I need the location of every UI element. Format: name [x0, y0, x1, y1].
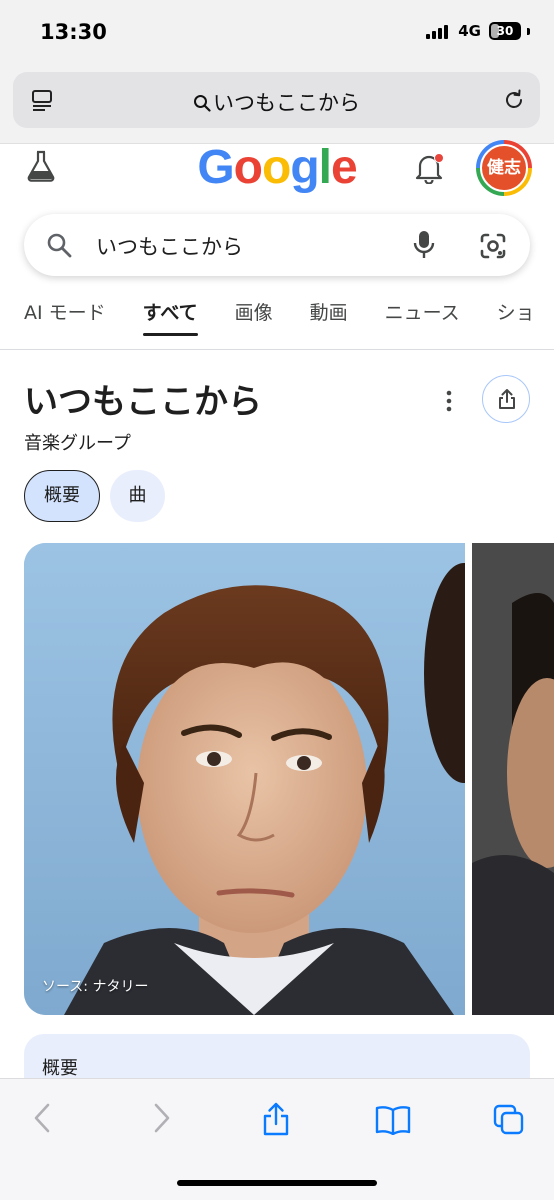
- chip-songs[interactable]: 曲: [110, 470, 165, 522]
- knowledge-panel-title: いつもここから: [24, 382, 262, 422]
- google-logo[interactable]: Google: [0, 140, 554, 195]
- mic-icon[interactable]: [412, 229, 436, 261]
- reload-icon[interactable]: [502, 88, 526, 112]
- artist-photo-secondary[interactable]: [472, 543, 554, 1015]
- google-logo-letter: l: [318, 141, 332, 194]
- active-tab-indicator: [142, 333, 198, 336]
- notification-dot: [434, 153, 444, 163]
- share-icon: [499, 389, 515, 409]
- tab-videos[interactable]: 動画: [310, 298, 348, 338]
- tab-shopping[interactable]: ショ: [497, 298, 535, 338]
- signal-icon: [426, 23, 449, 39]
- battery-cap: [527, 27, 530, 35]
- tab-news[interactable]: ニュース: [385, 298, 460, 338]
- status-bar: 13:30 4G 30: [0, 0, 554, 66]
- battery-level: 30: [496, 24, 514, 38]
- tab-all[interactable]: すべて: [142, 298, 198, 338]
- bookmarks-icon[interactable]: [374, 1105, 412, 1135]
- image-source-label[interactable]: ソース: ナタリー: [42, 976, 148, 996]
- divider: [0, 349, 554, 350]
- address-bar[interactable]: いつもここから: [13, 72, 540, 128]
- tabs-icon[interactable]: [492, 1103, 526, 1137]
- address-text-wrap[interactable]: いつもここから: [13, 87, 540, 117]
- address-text: いつもここから: [213, 91, 360, 115]
- google-logo-letter: e: [330, 141, 358, 194]
- search-icon[interactable]: [46, 232, 72, 258]
- google-search-box[interactable]: いつもここから: [24, 214, 530, 276]
- artist-photo[interactable]: [24, 543, 465, 1015]
- search-tabs: AI モード すべて 画像 動画 ニュース ショ: [24, 298, 554, 338]
- battery-icon: 30: [489, 22, 521, 40]
- share-button[interactable]: [482, 375, 530, 423]
- browser-address-area: いつもここから: [0, 66, 554, 144]
- home-indicator[interactable]: [177, 1180, 377, 1186]
- search-query[interactable]: いつもここから: [96, 231, 243, 261]
- forward-icon[interactable]: [150, 1101, 174, 1135]
- more-options-icon[interactable]: [440, 388, 458, 414]
- google-logo-letter: o: [233, 141, 263, 194]
- avatar[interactable]: 健志: [480, 144, 528, 192]
- tab-images[interactable]: 画像: [235, 298, 273, 338]
- search-icon: [194, 95, 211, 112]
- overview-heading: 概要: [42, 1058, 78, 1079]
- status-time: 13:30: [40, 20, 107, 44]
- tab-ai-mode[interactable]: AI モード: [24, 298, 106, 338]
- chip-overview[interactable]: 概要: [24, 470, 100, 522]
- portrait-illustration: [24, 543, 465, 1015]
- camera-lens-icon[interactable]: [479, 232, 507, 260]
- google-logo-letter: g: [290, 141, 319, 194]
- google-logo-letter: G: [197, 141, 234, 194]
- share-icon[interactable]: [260, 1101, 292, 1137]
- knowledge-panel-subtitle: 音楽グループ: [24, 433, 131, 454]
- network-type: 4G: [458, 22, 481, 40]
- google-logo-letter: o: [261, 141, 291, 194]
- status-indicators: 4G 30: [426, 22, 530, 40]
- back-icon[interactable]: [30, 1101, 54, 1135]
- portrait-illustration-secondary: [472, 543, 554, 1015]
